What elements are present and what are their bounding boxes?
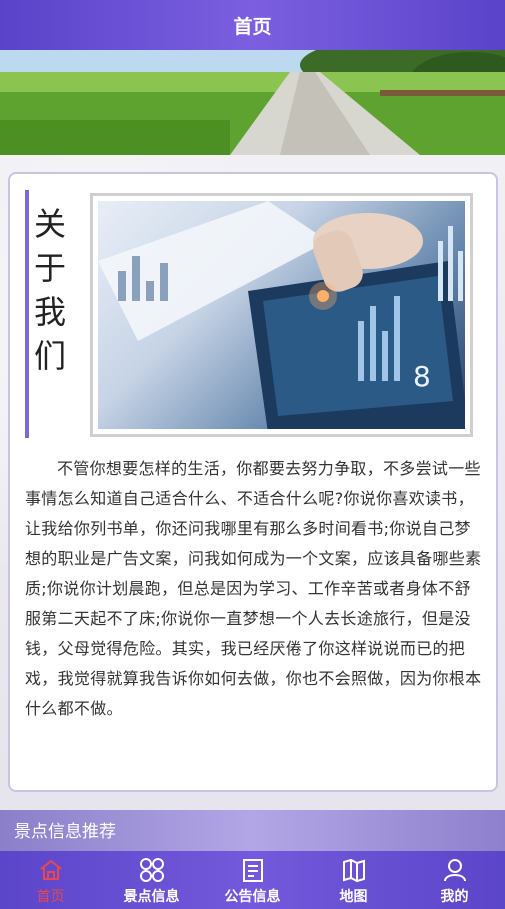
about-photo: 8	[98, 201, 465, 429]
banner-image	[0, 50, 505, 155]
user-icon	[440, 855, 470, 885]
about-photo-frame: 8	[90, 193, 473, 437]
grid-icon	[137, 855, 167, 885]
about-title-char: 关	[33, 205, 66, 243]
about-title-char: 们	[33, 337, 66, 375]
bottom-tab-bar: 首页 景点信息 公告信息 地图 我的	[0, 851, 505, 909]
tab-announcements[interactable]: 公告信息	[202, 851, 303, 909]
section-title-text: 景点信息推荐	[14, 822, 116, 842]
about-title-char: 于	[33, 249, 66, 287]
top-nav-bar: 首页	[0, 0, 505, 50]
home-icon	[36, 855, 66, 885]
tab-label: 地图	[339, 889, 368, 905]
tab-map[interactable]: 地图	[303, 851, 404, 909]
about-heading: 关 于 我 们	[25, 190, 71, 438]
tab-label: 公告信息	[224, 889, 281, 905]
tab-label: 我的	[440, 889, 469, 905]
tab-label: 首页	[36, 889, 65, 905]
notice-icon	[238, 855, 268, 885]
map-icon	[339, 855, 369, 885]
tab-attractions[interactable]: 景点信息	[101, 851, 202, 909]
svg-text:8: 8	[413, 360, 431, 393]
page-title: 首页	[233, 15, 272, 38]
tab-home[interactable]: 首页	[0, 851, 101, 909]
tab-label: 景点信息	[123, 889, 180, 905]
about-title-char: 我	[33, 293, 66, 331]
section-title: 景点信息推荐	[0, 810, 505, 855]
about-paragraph: 不管你想要怎样的生活，你都要去努力争取，不多尝试一些事情怎么知道自己适合什么、不…	[25, 459, 482, 718]
tab-profile[interactable]: 我的	[404, 851, 505, 909]
